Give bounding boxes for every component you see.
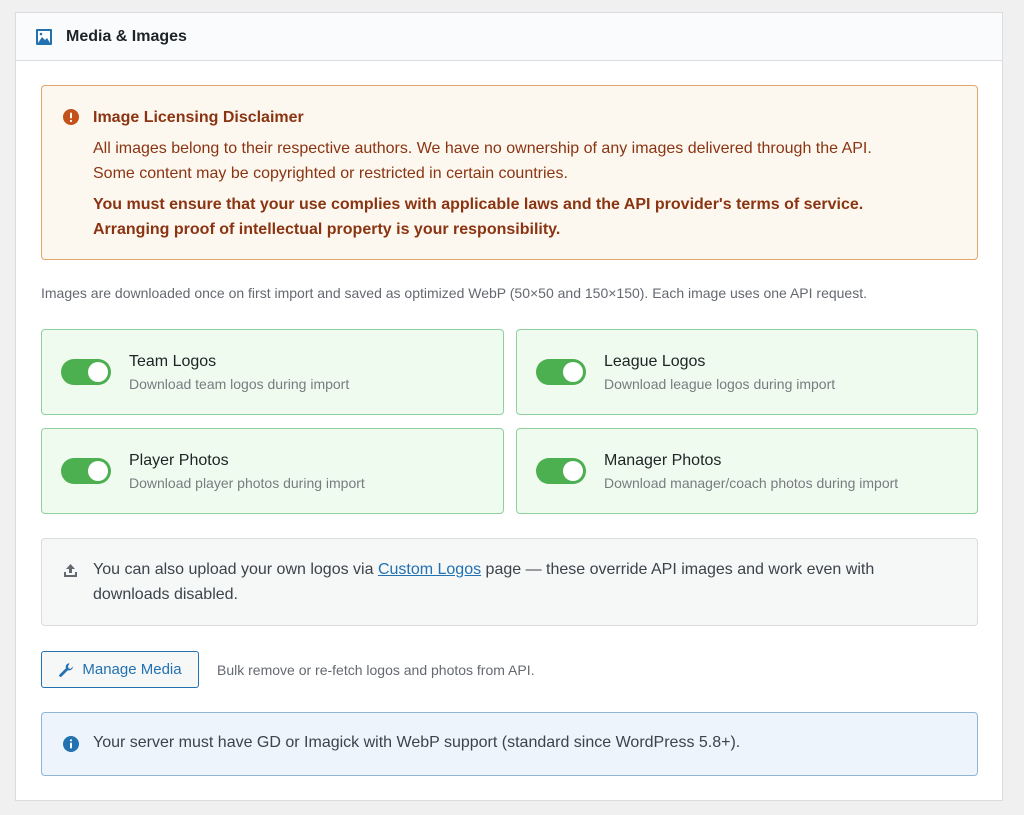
toggle-knob (88, 461, 108, 481)
option-team-logos: Team Logos Download team logos during im… (41, 329, 504, 415)
notice-text: Your server must have GD or Imagick with… (93, 734, 741, 751)
disclaimer-warning-line: You must ensure that your use complies w… (93, 196, 864, 213)
option-title: Team Logos (129, 352, 217, 370)
option-description: Download league logos during import (604, 375, 836, 392)
team-logos-toggle[interactable] (61, 359, 111, 385)
upload-note-prefix: You can also upload your own logos via (93, 561, 378, 578)
image-options-grid: Team Logos Download team logos during im… (41, 329, 978, 514)
option-player-photos: Player Photos Download player photos dur… (41, 428, 504, 514)
manager-photos-toggle[interactable] (536, 458, 586, 484)
toggle-knob (563, 461, 583, 481)
option-description: Download team logos during import (129, 375, 350, 392)
player-photos-toggle[interactable] (61, 458, 111, 484)
upload-icon (63, 561, 78, 577)
toggle-knob (563, 362, 583, 382)
custom-logos-link[interactable]: Custom Logos (378, 561, 481, 578)
disclaimer-body: All images belong to their respective au… (93, 136, 955, 186)
media-settings-panel: Media & Images Image Licensing Disclaime… (15, 12, 1003, 801)
disclaimer-title: Image Licensing Disclaimer (93, 109, 304, 126)
licensing-disclaimer: Image Licensing Disclaimer All images be… (41, 85, 978, 260)
info-icon (63, 736, 79, 752)
download-info-text: Images are downloaded once on first impo… (41, 285, 867, 301)
option-text: Team Logos Download team logos during im… (129, 351, 349, 394)
option-text: League Logos Download league logos durin… (604, 351, 835, 394)
wrench-icon (58, 662, 74, 678)
image-icon (35, 28, 53, 46)
option-text: Manager Photos Download manager/coach ph… (604, 450, 898, 493)
toggle-knob (88, 362, 108, 382)
option-title: Player Photos (129, 451, 229, 469)
panel-header: Media & Images (16, 13, 1002, 61)
option-description: Download player photos during import (129, 474, 365, 491)
option-text: Player Photos Download player photos dur… (129, 450, 365, 493)
custom-logos-note: You can also upload your own logos via C… (41, 538, 978, 626)
option-description: Download manager/coach photos during imp… (604, 474, 899, 491)
manage-media-button[interactable]: Manage Media (41, 651, 199, 688)
disclaimer-warning-line: Arranging proof of intellectual property… (93, 221, 561, 238)
option-league-logos: League Logos Download league logos durin… (516, 329, 978, 415)
disclaimer-warning: You must ensure that your use complies w… (93, 192, 955, 242)
manage-media-description: Bulk remove or re-fetch logos and photos… (217, 661, 535, 678)
disclaimer-body-line: Some content may be copyrighted or restr… (93, 165, 568, 182)
league-logos-toggle[interactable] (536, 359, 586, 385)
webp-support-notice: Your server must have GD or Imagick with… (41, 712, 978, 776)
warning-circle-icon (63, 109, 79, 125)
option-title: League Logos (604, 352, 706, 370)
option-title: Manager Photos (604, 451, 722, 469)
manage-media-label: Manage Media (82, 661, 182, 678)
disclaimer-body-line: All images belong to their respective au… (93, 140, 872, 157)
panel-title: Media & Images (66, 27, 187, 45)
manage-media-row: Manage Media Bulk remove or re-fetch log… (41, 651, 535, 688)
option-manager-photos: Manager Photos Download manager/coach ph… (516, 428, 978, 514)
